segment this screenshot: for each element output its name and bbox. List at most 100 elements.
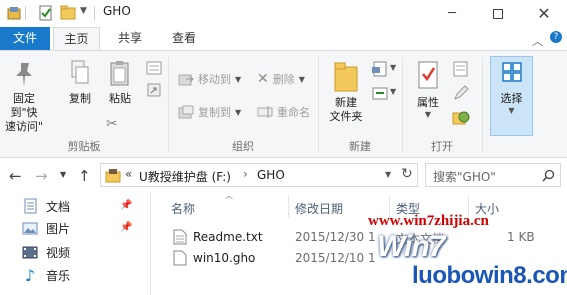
- maximize-button[interactable]: [475, 0, 521, 27]
- recent-locations-icon[interactable]: ▼: [60, 170, 66, 179]
- chevron-down-icon: ▼: [235, 107, 242, 117]
- search-icon[interactable]: [542, 169, 555, 182]
- rename-button[interactable]: 重命名: [257, 104, 310, 120]
- nav-item-videos[interactable]: 视频: [22, 242, 70, 262]
- file-name: win10.gho: [193, 251, 256, 265]
- new-folder-icon: [334, 62, 358, 92]
- nav-item-label: 音乐: [46, 268, 71, 283]
- delete-label: 删除: [272, 73, 295, 86]
- music-icon: ♪: [24, 265, 36, 285]
- pin-to-quick-access-button[interactable]: 固定到"快 速访问": [4, 59, 44, 134]
- tab-home[interactable]: 主页: [53, 27, 100, 51]
- nav-item-label: 文档: [46, 199, 71, 214]
- nav-item-documents[interactable]: 文档: [22, 196, 70, 216]
- close-button[interactable]: ✕: [521, 0, 567, 27]
- cut-icon[interactable]: ✂: [106, 116, 118, 132]
- chevron-down-icon[interactable]: ▼: [390, 63, 396, 72]
- table-row[interactable]: Readme.txt 2015/12/30 1 文本文档 1 KB: [171, 228, 567, 248]
- select-all-icon: [501, 62, 522, 82]
- watermark-logo: Win7: [377, 230, 445, 263]
- select-button-content: 选择 ▼: [491, 61, 532, 115]
- pin-icon: [16, 63, 32, 87]
- open-icon[interactable]: [452, 61, 470, 77]
- organize-group-label: 组织: [232, 140, 254, 153]
- breadcrumb-separator[interactable]: ›: [243, 167, 248, 181]
- address-bar: ← → ▼ ↑ « U教授维护盘 (F:) › GHO ▼ ↻ 搜索"GHO": [0, 158, 567, 192]
- help-icon[interactable]: ?: [550, 31, 562, 43]
- copy-label: 复制: [69, 92, 91, 105]
- copy-button[interactable]: 复制: [63, 59, 97, 106]
- pin-icon[interactable]: 📌: [120, 222, 132, 233]
- app-icon[interactable]: [6, 5, 22, 21]
- ribbon-tabs: 文件 主页 共享 查看 ︿ ?: [0, 27, 567, 51]
- group-divider: [482, 57, 483, 153]
- address-overflow[interactable]: «: [125, 167, 132, 181]
- select-label: 选择: [500, 92, 523, 105]
- pin-icon[interactable]: 📌: [120, 200, 132, 211]
- column-divider[interactable]: [288, 196, 289, 218]
- tab-share[interactable]: 共享: [110, 27, 150, 50]
- properties-icon: [418, 61, 438, 89]
- watermark-url-1: www.win7zhijia.cn: [368, 213, 489, 229]
- chevron-down-icon: ▼: [424, 110, 432, 119]
- properties-button[interactable]: 属性 ▼: [408, 59, 448, 119]
- titlebar-divider: [94, 6, 95, 20]
- maximize-icon: [493, 8, 503, 19]
- new-group-label: 新建: [349, 140, 371, 153]
- edit-icon[interactable]: [452, 85, 470, 101]
- minimize-button[interactable]: ─: [429, 0, 475, 27]
- nav-item-pictures[interactable]: 图片: [22, 218, 70, 238]
- forward-button[interactable]: →: [35, 167, 48, 185]
- file-date: 2015/12/10 1: [295, 251, 376, 265]
- properties-label: 属性: [417, 96, 439, 109]
- tab-view[interactable]: 查看: [164, 27, 204, 50]
- title-bar: ▼ GHO ─ ✕: [0, 0, 567, 27]
- customize-quick-access-icon[interactable]: ▼: [80, 6, 87, 16]
- tab-file[interactable]: 文件: [0, 27, 50, 50]
- paste-button[interactable]: 粘贴: [103, 59, 137, 106]
- select-button[interactable]: 选择 ▼: [490, 56, 533, 136]
- search-field[interactable]: 搜索"GHO": [425, 163, 561, 187]
- breadcrumb-folder[interactable]: GHO: [257, 168, 285, 182]
- documents-icon: [24, 198, 37, 214]
- navigation-pane: 文档 📌 图片 📌 视频 ♪ 音乐: [0, 192, 150, 295]
- copy-icon: [71, 60, 89, 84]
- collapse-ribbon-icon[interactable]: ︿: [532, 33, 543, 49]
- paste-shortcut-icon[interactable]: [146, 83, 162, 97]
- move-to-icon: [178, 74, 194, 86]
- file-icon: [173, 250, 187, 266]
- chevron-down-icon[interactable]: ▼: [390, 87, 396, 96]
- search-placeholder: 搜索"GHO": [433, 170, 496, 184]
- address-field[interactable]: « U教授维护盘 (F:) › GHO ▼ ↻: [100, 163, 418, 187]
- nav-item-label: 视频: [46, 245, 71, 260]
- chevron-down-icon[interactable]: ▼: [385, 170, 391, 179]
- pictures-icon: [22, 222, 38, 235]
- up-button[interactable]: ↑: [78, 167, 91, 185]
- column-header-name[interactable]: 名称: [171, 200, 195, 217]
- pin-label-line1: 固定到"快: [10, 92, 38, 119]
- paste-icon: [110, 61, 129, 86]
- new-folder-button[interactable]: 新建 文件夹: [326, 59, 366, 124]
- file-name: Readme.txt: [193, 230, 263, 244]
- breadcrumb-drive[interactable]: U教授维护盘 (F:): [139, 168, 231, 185]
- minimize-icon: ─: [448, 6, 456, 21]
- rename-icon: [257, 106, 273, 118]
- sort-indicator-icon: ︿: [225, 191, 233, 200]
- nav-item-label: 图片: [46, 221, 71, 236]
- history-icon[interactable]: [452, 109, 470, 125]
- new-item-icon[interactable]: [371, 61, 389, 77]
- copy-path-icon[interactable]: [146, 61, 162, 75]
- refresh-icon[interactable]: ↻: [401, 166, 413, 182]
- close-icon: ✕: [537, 4, 551, 23]
- ribbon: 固定到"快 速访问" 复制 粘贴 ✂ 剪贴板 移动到 ▼ 复制到 ▼ ✕ 删除 …: [0, 50, 567, 158]
- open-group-label: 打开: [431, 140, 453, 153]
- nav-item-music[interactable]: ♪ 音乐: [22, 265, 70, 285]
- delete-button[interactable]: ✕ 删除 ▼: [257, 71, 305, 87]
- column-header-date[interactable]: 修改日期: [295, 200, 343, 217]
- back-button[interactable]: ←: [9, 167, 22, 185]
- new-folder-quick-icon[interactable]: [60, 5, 76, 21]
- properties-quick-icon[interactable]: [38, 5, 54, 21]
- copy-to-button[interactable]: 复制到 ▼: [178, 104, 241, 120]
- move-to-button[interactable]: 移动到 ▼: [178, 71, 241, 87]
- easy-access-icon[interactable]: [371, 85, 389, 101]
